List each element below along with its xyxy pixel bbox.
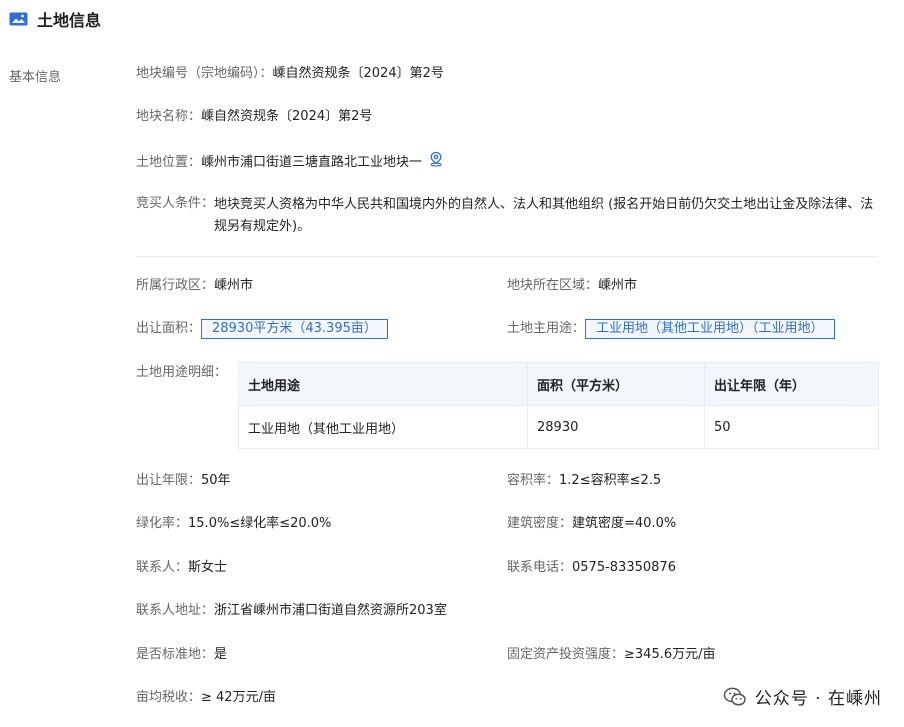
field-label: 所属行政区： [136,278,215,293]
field-value: 嵊州市 [214,278,254,293]
field-label: 是否标准地： [136,647,215,662]
field-label: 土地主用途： [507,321,586,336]
field-plot-ratio: 容积率：1.2≤容积率≤2.5 [507,471,661,491]
field-standard: 是否标准地：是 [136,645,227,665]
field-label: 地块所在区域： [507,278,599,293]
field-label: 容积率： [507,473,560,488]
table-row: 工业用地（其他工业用地） 28930 50 [238,405,879,449]
field-value: 建筑密度=40.0% [572,516,677,531]
field-label: 联系人： [136,560,189,575]
field-label: 竞买人条件： [136,196,215,211]
column-header: 出让年限（年） [704,362,879,406]
field-label: 联系人地址： [136,603,215,618]
field-value: 斯女士 [188,560,228,575]
map-pin-icon[interactable] [428,151,444,174]
field-main-use: 土地主用途： 工业用地（其他工业用地）（工业用地） [507,319,835,339]
field-building-density: 建筑密度：建筑密度=40.0% [507,514,676,534]
field-contact: 联系人：斯女士 [136,558,227,578]
field-value: 0575-83350876 [572,560,676,575]
field-address: 联系人地址：浙江省嵊州市浦口街道自然资源所203室 [136,601,447,621]
field-label: 绿化率： [136,516,189,531]
field-label: 出让面积： [136,321,202,336]
land-use-table: 土地用途 面积（平方米） 出让年限（年） 工业用地（其他工业用地） 28930 … [238,362,879,449]
field-value: ≥345.6万元/亩 [624,647,716,662]
field-admin-region: 所属行政区：嵊州市 [136,276,253,296]
field-value: 嵊自然资规条〔2024〕第2号 [272,66,444,81]
field-value: 是 [214,647,228,662]
column-header: 面积（平方米） [527,362,705,406]
field-transfer-area: 出让面积： 28930平方米（43.395亩） [136,319,388,339]
field-label: 固定资产投资强度： [507,647,625,662]
table-cell: 28930 [527,405,705,449]
field-label: 联系电话： [507,560,573,575]
field-value: 15.0%≤绿化率≤20.0% [188,516,332,531]
field-value: 嵊州市 [598,278,638,293]
field-value: 50年 [201,473,231,488]
field-use-detail: 土地用途明细： [136,363,227,383]
table-cell: 50 [704,405,879,449]
field-transfer-term: 出让年限：50年 [136,471,231,491]
field-value: 嵊州市浦口街道三塘直路北工业地块一 [201,155,423,170]
field-label: 建筑密度： [507,516,573,531]
field-label: 地块名称： [136,109,202,124]
divider [136,256,878,257]
field-label: 土地位置： [136,155,202,170]
field-plot-code: 地块编号（宗地编码）：嵊自然资规条〔2024〕第2号 [136,64,444,84]
main-use-value: 工业用地（其他工业用地）（工业用地） [585,319,835,339]
table-header-row: 土地用途 面积（平方米） 出让年限（年） [238,362,879,406]
column-header: 土地用途 [238,362,528,406]
field-phone: 联系电话：0575-83350876 [507,558,676,578]
page-title: 土地信息 [37,11,102,30]
table-cell: 工业用地（其他工业用地） [238,405,528,449]
field-label: 土地用途明细： [136,365,228,380]
field-greening: 绿化率：15.0%≤绿化率≤20.0% [136,514,331,534]
page-header: 土地信息 [9,8,101,30]
field-investment: 固定资产投资强度：≥345.6万元/亩 [507,645,716,665]
field-value: 地块竞买人资格为中华人民共和国境内外的自然人、法人和其他组织 (报名开始日前仍欠… [214,197,874,234]
field-label: 地块编号（宗地编码）： [136,66,273,81]
transfer-area-value: 28930平方米（43.395亩） [201,319,388,339]
field-value: ≥ 42万元/亩 [201,690,276,705]
field-value: 嵊自然资规条〔2024〕第2号 [201,109,373,124]
field-tax: 亩均税收：≥ 42万元/亩 [136,688,276,708]
field-plot-area-region: 地块所在区域：嵊州市 [507,276,637,296]
section-label: 基本信息 [9,70,62,85]
field-plot-name: 地块名称：嵊自然资规条〔2024〕第2号 [136,107,372,127]
field-value: 浙江省嵊州市浦口街道自然资源所203室 [214,603,447,618]
image-card-icon [9,12,28,26]
watermark-text: 公众号 · 在嵊州 [754,689,882,709]
field-label: 亩均税收： [136,690,202,705]
watermark: 公众号 · 在嵊州 [723,684,882,709]
field-location: 土地位置：嵊州市浦口街道三塘直路北工业地块一 [136,151,444,174]
field-bidder-requirements: 竞买人条件： 地块竞买人资格为中华人民共和国境内外的自然人、法人和其他组织 (报名… [136,194,881,238]
field-value: 1.2≤容积率≤2.5 [559,473,662,488]
wechat-icon [723,686,747,708]
field-label: 出让年限： [136,473,202,488]
